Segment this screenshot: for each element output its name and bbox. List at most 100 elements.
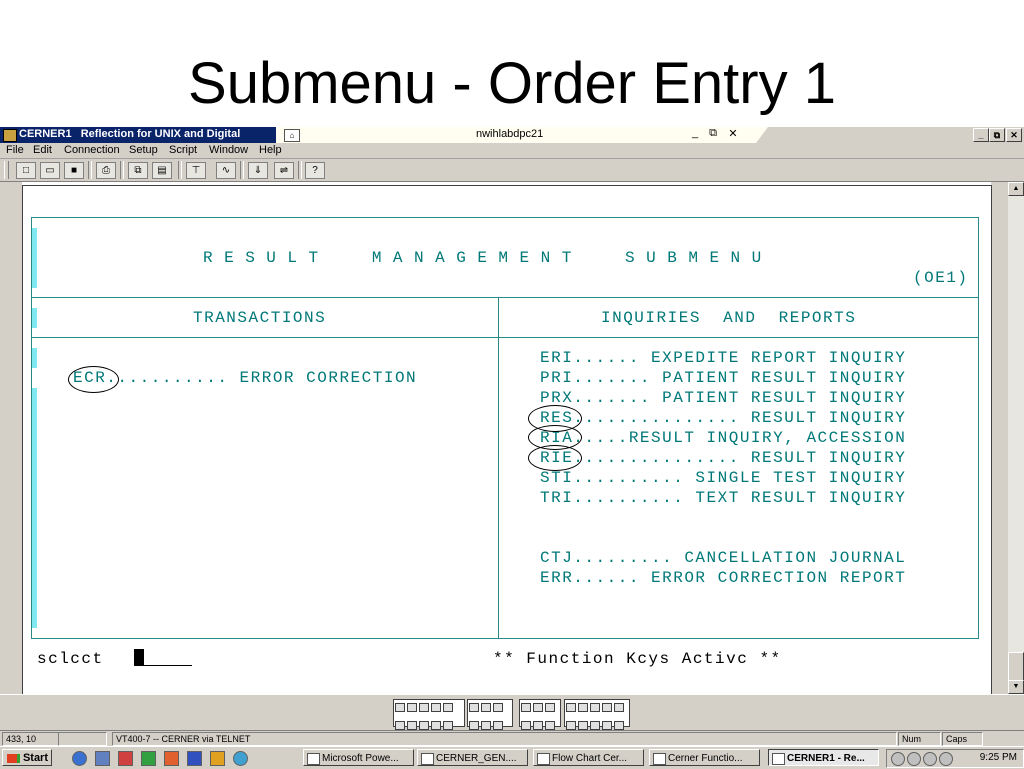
internet-explorer-icon[interactable] [72, 751, 87, 766]
cyan-marker [32, 228, 37, 288]
box-bottom-border [31, 638, 979, 639]
taskbar: Start Microsoft Powe... CERNER_GEN.... F… [0, 746, 1024, 769]
help-icon[interactable]: ? [305, 162, 325, 179]
copy-icon[interactable]: ⧉ [128, 162, 148, 179]
box-title-separator [31, 297, 979, 298]
select-prompt: sclcct [37, 650, 104, 668]
slide-title: Submenu - Order Entry 1 [188, 51, 836, 116]
window-titlebar: CERNER1 Reflection for UNIX and Digital … [0, 127, 1024, 143]
connect-icon[interactable]: ⊤ [186, 162, 206, 179]
print-icon[interactable]: ⎙ [96, 162, 116, 179]
titlebar-active-strip: CERNER1 Reflection for UNIX and Digital [0, 127, 290, 143]
cyan-marker [32, 308, 37, 328]
start-label: Start [22, 752, 48, 764]
task-cerner-gen[interactable]: CERNER_GEN.... [417, 749, 528, 766]
keypad-group-3[interactable] [519, 699, 561, 730]
menu-option-ecr[interactable]: ECR........... ERROR CORRECTION [73, 369, 417, 387]
session-close-button[interactable]: ✕ [726, 127, 740, 140]
new-icon[interactable]: □ [16, 162, 36, 179]
task-cerner-functio[interactable]: Cerner Functio... [649, 749, 760, 766]
text-cursor [134, 649, 144, 666]
word-icon[interactable] [187, 751, 202, 766]
network-icon[interactable] [939, 752, 953, 766]
menu-option-prx[interactable]: PRX....... PATIENT RESULT INQUIRY [540, 389, 906, 407]
menu-help[interactable]: Help [259, 144, 282, 156]
num-lock-indicator: Num [898, 732, 941, 746]
toolbar-separator [240, 161, 244, 179]
window-title: CERNER1 Reflection for UNIX and Digital [19, 128, 241, 140]
tray-icon[interactable] [907, 752, 921, 766]
keypad-group-4[interactable] [564, 699, 630, 730]
menu-bar: File Edit Connection Setup Script Window… [0, 143, 1024, 159]
task-label: CERNER1 - Re... [787, 753, 865, 764]
task-label: Cerner Functio... [668, 753, 743, 764]
tray-icon[interactable] [923, 752, 937, 766]
task-powerpoint[interactable]: Microsoft Powe... [303, 749, 414, 766]
menu-option-err[interactable]: ERR...... ERROR CORRECTION REPORT [540, 569, 906, 587]
task-cerner1[interactable]: CERNER1 - Re... [768, 749, 879, 766]
transfer-icon[interactable]: ⇓ [248, 162, 268, 179]
toolbar-separator [298, 161, 302, 179]
cyan-marker [32, 348, 37, 368]
menu-option-eri[interactable]: ERI...... EXPEDITE REPORT INQUIRY [540, 349, 906, 367]
macro-icon[interactable]: ∿ [216, 162, 236, 179]
menu-option-rie[interactable]: RIE............... RESULT INQUIRY [540, 449, 906, 467]
close-button[interactable]: ✕ [1006, 128, 1022, 142]
powerpoint-icon [307, 753, 320, 765]
menu-option-pri[interactable]: PRI....... PATIENT RESULT INQUIRY [540, 369, 906, 387]
quicklaunch-icon[interactable] [95, 751, 110, 766]
powerpoint-icon[interactable] [164, 751, 179, 766]
select-input-field[interactable] [134, 665, 192, 666]
function-keys-status: ** Function Kcys Activc ** [493, 650, 782, 668]
cyan-marker [32, 388, 37, 628]
menu-file[interactable]: File [6, 144, 24, 156]
app-icon [3, 129, 17, 142]
status-bar: 433, 10 VT400-7 -- CERNER via TELNET Num… [0, 730, 1024, 746]
save-icon[interactable]: ■ [64, 162, 84, 179]
menu-option-res[interactable]: RES............... RESULT INQUIRY [540, 409, 906, 427]
window-frame-right [991, 182, 1008, 694]
excel-icon[interactable] [141, 751, 156, 766]
session-restore-button[interactable]: ⧉ [706, 127, 720, 140]
session-icon: ⌂ [284, 129, 300, 142]
cursor-position: 433, 10 [2, 732, 59, 746]
windows-logo-icon [7, 754, 20, 763]
tray-icon[interactable] [891, 752, 905, 766]
keypad-group-1[interactable] [393, 699, 465, 748]
open-icon[interactable]: ▭ [40, 162, 60, 179]
scroll-down-arrow-icon[interactable]: ▼ [1008, 680, 1024, 694]
start-button[interactable]: Start [2, 749, 52, 766]
menu-edit[interactable]: Edit [33, 144, 52, 156]
keypad-group-2[interactable] [467, 699, 513, 730]
window-frame-left [0, 182, 22, 694]
menu-connection[interactable]: Connection [64, 144, 120, 156]
transactions-header: TRANSACTIONS [193, 309, 327, 327]
network-icon[interactable]: ⇌ [274, 162, 294, 179]
menu-option-sti[interactable]: STI.......... SINGLE TEST INQUIRY [540, 469, 906, 487]
toolbar-grip[interactable] [4, 161, 9, 179]
acrobat-icon[interactable] [118, 751, 133, 766]
outlook-icon[interactable] [210, 751, 225, 766]
restore-button[interactable]: ⧉ [989, 128, 1005, 142]
reflection-icon [772, 753, 785, 765]
menu-script[interactable]: Script [169, 144, 197, 156]
minimize-button[interactable]: _ [973, 128, 989, 142]
session-minimize-button[interactable]: _ [688, 127, 702, 139]
menu-window[interactable]: Window [209, 144, 248, 156]
menu-option-ria[interactable]: RIA.....RESULT INQUIRY, ACCESSION [540, 429, 906, 447]
menu-option-tri[interactable]: TRI.......... TEXT RESULT INQUIRY [540, 489, 906, 507]
media-player-icon[interactable] [233, 751, 248, 766]
vertical-scrollbar[interactable]: ▲ ▼ [1008, 182, 1024, 694]
scrollbar-thumb[interactable] [1008, 652, 1024, 682]
menu-setup[interactable]: Setup [129, 144, 158, 156]
scroll-up-arrow-icon[interactable]: ▲ [1008, 182, 1024, 196]
session-host: nwihlabdpc21 [476, 128, 544, 140]
box-right-border [978, 217, 979, 639]
connection-status: VT400-7 -- CERNER via TELNET [112, 732, 897, 746]
menu-option-ctj[interactable]: CTJ......... CANCELLATION JOURNAL [540, 549, 906, 567]
task-flow-chart[interactable]: Flow Chart Cer... [533, 749, 644, 766]
toolbar-separator [120, 161, 124, 179]
toolbar-separator [88, 161, 92, 179]
highlight-ellipse-ecr [68, 366, 119, 393]
paste-icon[interactable]: ▤ [152, 162, 172, 179]
